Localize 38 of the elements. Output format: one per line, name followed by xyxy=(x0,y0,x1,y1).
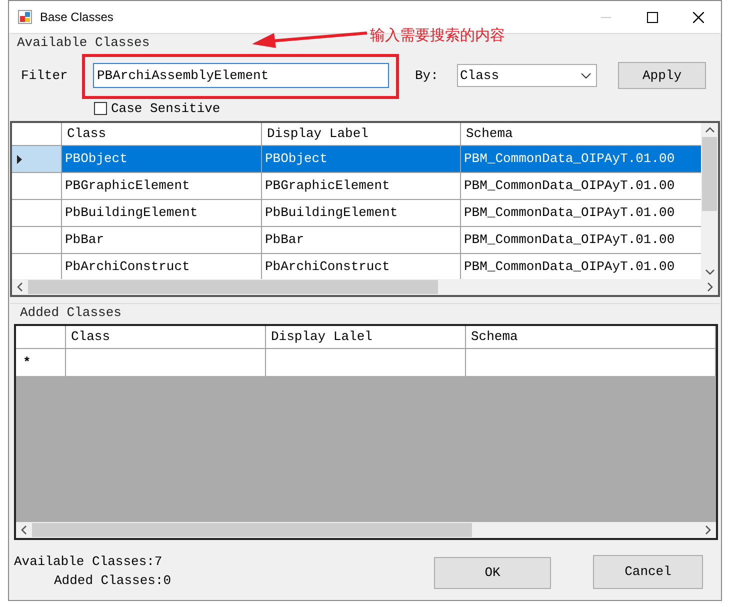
column-header[interactable]: Schema xyxy=(466,326,716,348)
window-title: Base Classes xyxy=(40,9,114,26)
maximize-icon[interactable] xyxy=(646,12,658,22)
cancel-button[interactable]: Cancel xyxy=(593,555,703,589)
minimize-icon[interactable] xyxy=(601,16,611,18)
apply-button[interactable]: Apply xyxy=(618,62,706,89)
table-cell: PBObject xyxy=(262,146,461,172)
table-row[interactable]: PBGraphicElement PBGraphicElement PBM_CommonData_OIPAyT.01.00 xyxy=(12,173,701,200)
caret-icon xyxy=(581,72,591,78)
table-row[interactable]: PbBar PbBar PBM_CommonData_OIPAyT.01.00 xyxy=(12,227,701,254)
by-dropdown[interactable]: Class xyxy=(457,64,597,87)
by-label: By: xyxy=(415,66,440,85)
column-header[interactable]: Class xyxy=(62,123,262,145)
filter-field[interactable]: PBArchiAssemblyElement xyxy=(93,63,389,88)
table-cell: PBM_CommonData_OIPAyT.01.00 xyxy=(461,146,701,172)
horizontal-scrollbar[interactable] xyxy=(16,522,716,538)
vertical-scrollbar[interactable] xyxy=(701,123,718,279)
ok-button[interactable]: OK xyxy=(434,557,551,589)
new-row-marker: * xyxy=(23,354,31,372)
group-title: Added Classes xyxy=(20,304,122,322)
checkbox[interactable] xyxy=(94,102,107,116)
filter-label: Filter xyxy=(21,66,69,85)
annotation-text: 输入需要搜索的内容 xyxy=(370,25,505,46)
table-row[interactable]: PbBuildingElement PbBuildingElement PBM_CommonData_OIPAyT.01.00 xyxy=(12,200,701,227)
column-header[interactable]: Class xyxy=(66,326,266,348)
horizontal-scrollbar[interactable] xyxy=(12,279,718,295)
table-cell: PBObject xyxy=(62,146,262,172)
status-text: Added Classes:0 xyxy=(54,572,172,590)
row-header[interactable] xyxy=(12,146,62,172)
column-header[interactable]: Display Label xyxy=(262,123,461,145)
group-title: Available Classes xyxy=(17,34,150,52)
checkbox-label: Case Sensitive xyxy=(111,100,220,118)
status-text: Available Classes:7 xyxy=(14,553,162,571)
app-icon xyxy=(18,10,32,24)
table-row[interactable]: PBObject PBObject PBM_CommonData_OIPAyT.01.00 xyxy=(12,146,701,173)
close-icon[interactable] xyxy=(692,12,704,22)
row-pointer-icon xyxy=(17,154,22,164)
column-header[interactable]: Display Lalel xyxy=(266,326,466,348)
